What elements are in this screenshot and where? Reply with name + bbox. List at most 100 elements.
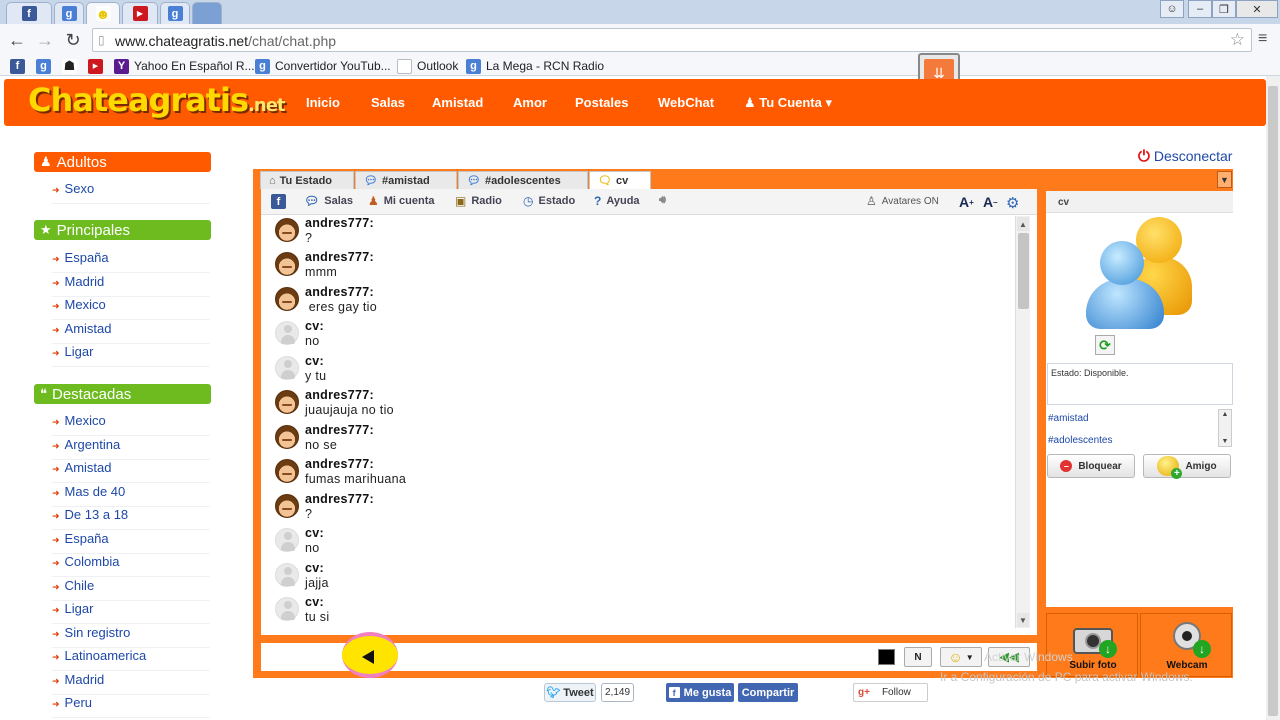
- facebook-share-button[interactable]: Compartir: [738, 683, 798, 702]
- text-color-picker[interactable]: [878, 649, 895, 665]
- scrollbar-thumb[interactable]: [1018, 233, 1029, 309]
- message-author[interactable]: andres777:: [305, 216, 374, 230]
- bookmark-people[interactable]: ☗: [62, 57, 82, 75]
- profile-icon[interactable]: ☺: [1160, 0, 1184, 18]
- nav-tu-cuenta[interactable]: ♟ Tu Cuenta ▾: [744, 95, 832, 111]
- message-scrollbar[interactable]: ▲ ▼: [1015, 216, 1030, 628]
- tab-cv[interactable]: 🗨︎ cv: [589, 171, 651, 189]
- sidebar-link[interactable]: ➜ Amistad: [52, 321, 210, 344]
- settings-gear-icon[interactable]: ⚙: [1006, 194, 1019, 212]
- radio-button[interactable]: ▣ Radio: [455, 194, 502, 208]
- collapse-dropdown-button[interactable]: ▼: [1217, 171, 1232, 188]
- avatars-toggle[interactable]: ♙ Avatares ON: [866, 194, 939, 208]
- facebook-like-button[interactable]: f Me gusta: [666, 683, 734, 702]
- browser-tab-active[interactable]: ☻: [86, 2, 120, 24]
- message-author[interactable]: cv:: [305, 595, 324, 609]
- reload-icon[interactable]: ↻: [62, 29, 84, 51]
- restore-icon[interactable]: ❐: [1212, 0, 1236, 18]
- room-link-adolescentes[interactable]: #adolescentes: [1048, 435, 1113, 446]
- bookmark-lamega[interactable]: g La Mega - RCN Radio: [466, 57, 604, 75]
- sound-icon[interactable]: 🔊︎: [659, 194, 666, 207]
- bold-button[interactable]: N: [904, 647, 932, 667]
- sidebar-link[interactable]: ➜ Madrid: [52, 672, 210, 695]
- bookmark-google[interactable]: g: [36, 57, 56, 75]
- scroll-up-icon[interactable]: ▲: [1017, 217, 1029, 231]
- sidebar-link[interactable]: ➜ Ligar: [52, 601, 210, 624]
- tab-adolescentes[interactable]: 💬︎ #adolescentes: [458, 171, 588, 189]
- font-size-down-icon[interactable]: A –: [983, 194, 998, 210]
- google-plus-follow-button[interactable]: g+ Follow: [853, 683, 928, 702]
- ayuda-button[interactable]: ? Ayuda: [594, 194, 640, 208]
- sidebar-link[interactable]: ➜ Mexico: [52, 297, 210, 320]
- sidebar-link[interactable]: ➜ Colombia: [52, 554, 210, 577]
- sidebar-link[interactable]: ➜ España: [52, 531, 210, 554]
- facebook-button[interactable]: f: [271, 194, 286, 209]
- nav-inicio[interactable]: Inicio: [306, 95, 340, 110]
- sidebar-link[interactable]: ➜ Mexico: [52, 413, 210, 436]
- page-scrollbar-thumb[interactable]: [1268, 86, 1278, 716]
- sidebar-link[interactable]: ➜ Madrid: [52, 274, 210, 297]
- bookmark-yahoo[interactable]: Y Yahoo En Español R...: [114, 57, 255, 75]
- sidebar-link[interactable]: ➜ De 13 a 18: [52, 507, 210, 530]
- rooms-scrollbar[interactable]: ▲ ▼: [1218, 409, 1232, 447]
- message-author[interactable]: andres777:: [305, 285, 374, 299]
- add-friend-button[interactable]: Amigo: [1143, 454, 1231, 479]
- nav-amor[interactable]: Amor: [513, 95, 547, 110]
- bookmark-star-icon[interactable]: ☆: [1230, 30, 1245, 50]
- sidebar-link[interactable]: ➜ Chile: [52, 578, 210, 601]
- message-author[interactable]: cv:: [305, 354, 324, 368]
- upload-photo-button[interactable]: ↓ Subir foto: [1046, 613, 1138, 677]
- site-logo[interactable]: Chateagratis.net: [28, 81, 286, 119]
- nav-salas[interactable]: Salas: [371, 95, 405, 110]
- sidebar-link[interactable]: ➜ Argentina: [52, 437, 210, 460]
- scroll-up-icon[interactable]: ▲: [1220, 411, 1230, 418]
- browser-tab[interactable]: g: [54, 2, 84, 24]
- estado-button[interactable]: ◷ Estado: [523, 194, 575, 208]
- menu-icon[interactable]: ≡: [1258, 30, 1267, 48]
- block-button[interactable]: – Bloquear: [1047, 454, 1135, 478]
- message-author[interactable]: andres777:: [305, 250, 374, 264]
- mi-cuenta-button[interactable]: ♟ Mi cuenta: [368, 194, 435, 208]
- minimize-icon[interactable]: –: [1188, 0, 1212, 18]
- sidebar-link[interactable]: ➜ Peru: [52, 695, 210, 718]
- sidebar-link[interactable]: ➜ Amistad: [52, 460, 210, 483]
- tweet-button[interactable]: 🐦︎ Tweet: [544, 683, 596, 702]
- bookmark-youtube[interactable]: ▶: [88, 57, 108, 75]
- message-author[interactable]: cv:: [305, 561, 324, 575]
- sidebar-link[interactable]: ➜ Sin registro: [52, 625, 210, 648]
- sidebar-link[interactable]: ➜ España: [52, 250, 210, 273]
- sidebar-link[interactable]: ➜ Latinoamerica: [52, 648, 210, 671]
- message-author[interactable]: andres777:: [305, 457, 374, 471]
- message-author[interactable]: andres777:: [305, 388, 374, 402]
- message-author[interactable]: andres777:: [305, 423, 374, 437]
- forward-icon[interactable]: →: [34, 29, 56, 51]
- browser-tab[interactable]: ▶: [122, 2, 158, 24]
- message-author[interactable]: cv:: [305, 526, 324, 540]
- nav-amistad[interactable]: Amistad: [432, 95, 483, 110]
- nav-webchat[interactable]: WebChat: [658, 95, 714, 110]
- message-author[interactable]: andres777:: [305, 492, 374, 506]
- message-author[interactable]: cv:: [305, 319, 324, 333]
- nav-postales[interactable]: Postales: [575, 95, 628, 110]
- new-tab-button[interactable]: [192, 2, 222, 24]
- webcam-button[interactable]: ↓ Webcam: [1140, 613, 1232, 677]
- salas-button[interactable]: 💬︎ Salas: [304, 194, 353, 208]
- close-icon[interactable]: ✕: [1236, 0, 1278, 18]
- scroll-down-icon[interactable]: ▼: [1017, 613, 1029, 627]
- address-bar[interactable]: ▯ www.chateagratis.net/chat/chat.php ☆: [92, 28, 1252, 52]
- disconnect-link[interactable]: ⏻ Desconectar: [1138, 148, 1232, 165]
- bookmark-facebook[interactable]: f: [10, 57, 30, 75]
- browser-tab[interactable]: g: [160, 2, 190, 24]
- back-icon[interactable]: ←: [6, 29, 28, 51]
- sidebar-link[interactable]: ➜ Sexo: [52, 181, 210, 204]
- tab-amistad[interactable]: 💬︎ #amistad: [355, 171, 457, 189]
- sidebar-link[interactable]: ➜ Ligar: [52, 344, 210, 367]
- font-size-up-icon[interactable]: A +: [959, 194, 974, 210]
- sidebar-link[interactable]: ➜ Mas de 40: [52, 484, 210, 507]
- emoticon-button[interactable]: ☺ ▼: [940, 647, 982, 667]
- scroll-down-icon[interactable]: ▼: [1220, 438, 1230, 445]
- tab-tu-estado[interactable]: ⌂ Tu Estado: [260, 171, 354, 189]
- refresh-icon[interactable]: ⟳: [1095, 335, 1115, 355]
- room-link-amistad[interactable]: #amistad: [1048, 413, 1089, 424]
- page-scrollbar[interactable]: [1266, 76, 1280, 720]
